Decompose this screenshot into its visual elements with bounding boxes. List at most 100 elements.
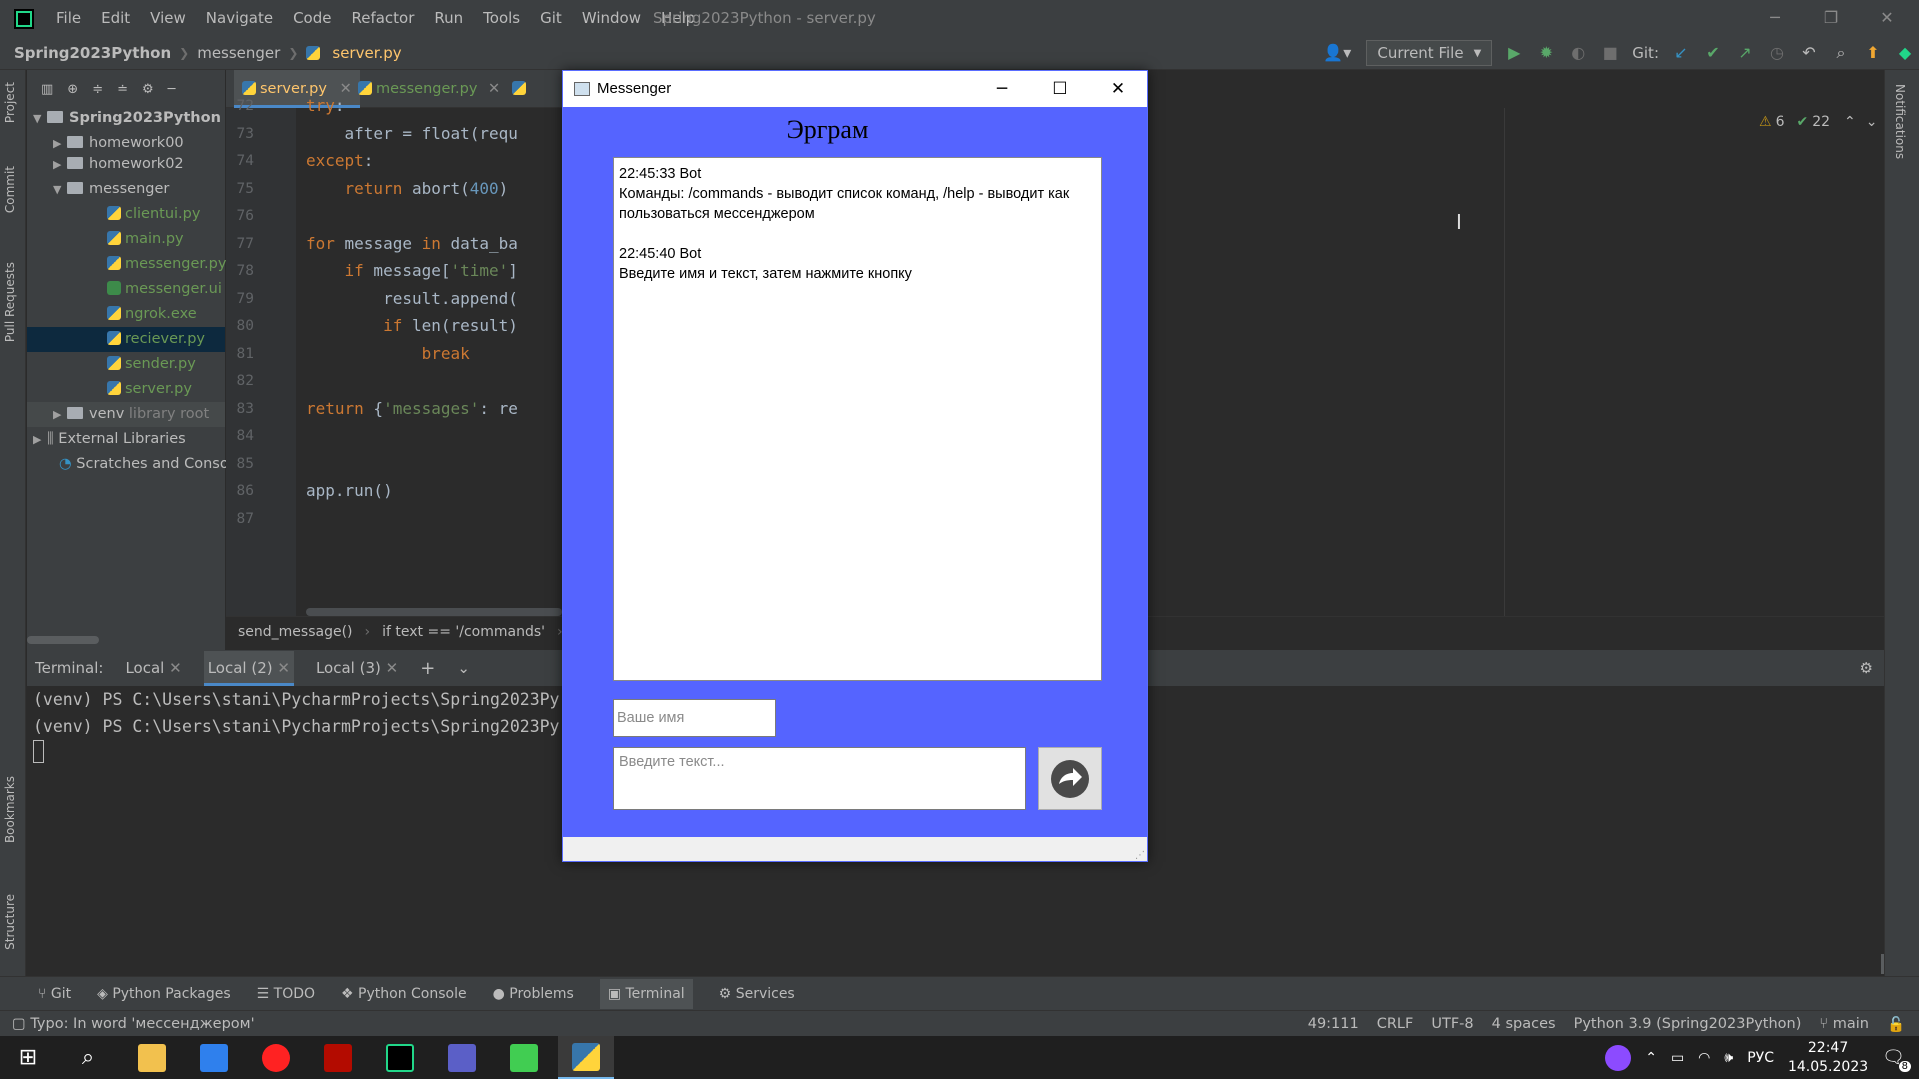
menu-git[interactable]: Git: [540, 0, 562, 36]
menu-refactor[interactable]: Refactor: [351, 0, 414, 36]
status-message[interactable]: ▢ Typo: In word 'мессенджером': [12, 1011, 255, 1037]
tool-terminal[interactable]: ▣ Terminal: [599, 978, 693, 1009]
gear-icon[interactable]: ⚙: [142, 82, 154, 97]
terminal-tab-local-3[interactable]: Local (3) ✕: [316, 659, 398, 677]
expand-all-icon[interactable]: ≑: [92, 82, 103, 97]
send-button[interactable]: [1038, 747, 1102, 810]
close-icon[interactable]: ✕: [1089, 71, 1147, 107]
yandex-browser-icon[interactable]: [248, 1036, 304, 1079]
collapse-all-icon[interactable]: ≐: [117, 82, 128, 97]
teams-icon[interactable]: [434, 1036, 490, 1079]
python-app-icon[interactable]: [558, 1036, 614, 1079]
jetbrains-icon[interactable]: ◆: [1895, 43, 1915, 63]
tree-item-main[interactable]: main.py: [107, 227, 184, 252]
menu-code[interactable]: Code: [293, 0, 331, 36]
battery-icon[interactable]: ▭: [1671, 1050, 1684, 1066]
name-input[interactable]: [613, 699, 776, 737]
chevron-up-icon[interactable]: ⌃: [1844, 114, 1856, 130]
inspection-widget[interactable]: ⚠ 6 ✔ 22 ⌃ ⌄: [1759, 114, 1878, 130]
chat-history[interactable]: 22:45:33 Bot Команды: /commands - выводи…: [613, 157, 1102, 681]
assistant-icon[interactable]: [1605, 1044, 1632, 1071]
line-separator[interactable]: CRLF: [1377, 1016, 1414, 1032]
tool-tab-project[interactable]: Project: [3, 82, 17, 123]
menu-tools[interactable]: Tools: [483, 0, 520, 36]
messenger-title-bar[interactable]: Messenger ─ ☐ ✕: [563, 71, 1147, 107]
notification-center[interactable]: 🗨 8: [1882, 1047, 1911, 1072]
git-push-icon[interactable]: ↗: [1735, 43, 1755, 63]
terminal-tab-local[interactable]: Local ✕: [125, 659, 181, 677]
tree-item-server[interactable]: server.py: [107, 377, 192, 402]
git-branch-widget[interactable]: ⑂ main: [1819, 1016, 1869, 1032]
tool-tab-notifications[interactable]: Notifications: [1893, 84, 1907, 159]
debug-icon[interactable]: ✹: [1536, 43, 1556, 63]
tool-python-packages[interactable]: ◈ Python Packages: [97, 986, 231, 1002]
crumb-if[interactable]: if text == '/commands': [382, 624, 545, 640]
volume-icon[interactable]: 🕪: [1724, 1050, 1733, 1066]
rollback-icon[interactable]: ↶: [1799, 43, 1819, 63]
menu-file[interactable]: File: [56, 0, 81, 36]
tab-messenger-py[interactable]: messenger.py ✕: [350, 70, 508, 108]
chevron-down-icon[interactable]: ⌄: [457, 659, 470, 677]
tool-tab-bookmarks[interactable]: Bookmarks: [3, 776, 17, 843]
tree-root[interactable]: ▼Spring2023Python C: [33, 106, 236, 131]
run-icon[interactable]: ▶: [1504, 43, 1524, 63]
minimize-icon[interactable]: ─: [973, 71, 1031, 107]
terminal-tab-local-2[interactable]: Local (2) ✕: [203, 650, 294, 686]
gear-icon[interactable]: ⚙: [1860, 659, 1873, 677]
file-explorer-icon[interactable]: [124, 1036, 180, 1079]
chevron-up-icon[interactable]: ⌃: [1645, 1050, 1657, 1066]
tree-item-scratches[interactable]: ◔ Scratches and Console: [59, 452, 242, 477]
tool-python-console[interactable]: ❖ Python Console: [341, 986, 467, 1002]
tree-item-messenger[interactable]: ▼ messenger: [53, 177, 169, 202]
clock[interactable]: 22:47 14.05.2023: [1788, 1039, 1868, 1077]
close-tab-icon[interactable]: ✕: [386, 659, 399, 677]
store-icon[interactable]: [186, 1036, 242, 1079]
tree-item-messenger-py[interactable]: messenger.py: [107, 252, 226, 277]
chevron-down-icon[interactable]: ⌄: [1866, 114, 1878, 130]
caret-position[interactable]: 49:111: [1308, 1016, 1359, 1032]
breadcrumb-folder[interactable]: messenger: [197, 44, 280, 62]
file-encoding[interactable]: UTF-8: [1431, 1016, 1473, 1032]
tree-item-clientui[interactable]: clientui.py: [107, 202, 200, 227]
menu-edit[interactable]: Edit: [101, 0, 130, 36]
python-interpreter[interactable]: Python 3.9 (Spring2023Python): [1574, 1016, 1802, 1032]
menu-navigate[interactable]: Navigate: [206, 0, 273, 36]
search-icon[interactable]: ⌕: [1831, 43, 1851, 63]
panel-icon[interactable]: ▥: [41, 82, 53, 97]
tree-item-homework02[interactable]: ▶ homework02: [53, 152, 184, 177]
stop-icon[interactable]: ■: [1600, 43, 1620, 63]
tree-item-reciever[interactable]: reciever.py: [27, 327, 225, 352]
coverage-icon[interactable]: ◐: [1568, 43, 1588, 63]
run-config-select[interactable]: Current File ▼: [1366, 40, 1493, 66]
tab-clientui-py[interactable]: clie: [504, 70, 562, 135]
maximize-icon[interactable]: ☐: [1031, 71, 1089, 107]
close-tab-icon[interactable]: ✕: [277, 659, 290, 677]
tool-services[interactable]: ⚙ Services: [719, 986, 795, 1002]
menu-run[interactable]: Run: [434, 0, 463, 36]
breadcrumb-project[interactable]: Spring2023Python: [14, 44, 171, 62]
close-tab-icon[interactable]: ✕: [169, 659, 182, 677]
message-input[interactable]: [613, 747, 1026, 810]
minimize-icon[interactable]: ─: [1747, 0, 1803, 36]
tree-item-external-libraries[interactable]: ▶ ⫼ External Libraries: [33, 427, 186, 452]
git-update-icon[interactable]: ↙: [1671, 43, 1691, 63]
scrollbar[interactable]: [27, 636, 99, 644]
tool-git[interactable]: ⑂ Git: [38, 986, 71, 1002]
tool-tab-commit[interactable]: Commit: [3, 166, 17, 213]
menu-view[interactable]: View: [150, 0, 186, 36]
user-icon[interactable]: 👤▾: [1320, 43, 1354, 63]
tool-todo[interactable]: ☰ TODO: [257, 986, 315, 1002]
qt-designer-icon[interactable]: [496, 1036, 552, 1079]
history-icon[interactable]: ◷: [1767, 43, 1787, 63]
tree-item-messenger-ui[interactable]: messenger.ui: [107, 277, 222, 302]
git-commit-icon[interactable]: ✔: [1703, 43, 1723, 63]
locate-icon[interactable]: ⊕: [67, 82, 78, 97]
input-language[interactable]: РУС: [1747, 1050, 1774, 1066]
close-tab-icon[interactable]: ✕: [488, 81, 500, 97]
close-icon[interactable]: ✕: [1859, 0, 1915, 36]
breadcrumb-file[interactable]: server.py: [332, 44, 401, 62]
wifi-icon[interactable]: ◠: [1698, 1050, 1710, 1066]
code-editor[interactable]: 72 73 74 75 76 77 78 79 80 81 82 83 84 85 86 87 try: af…: [226, 96, 562, 616]
restore-icon[interactable]: ❐: [1803, 0, 1859, 36]
menu-window[interactable]: Window: [582, 0, 641, 36]
